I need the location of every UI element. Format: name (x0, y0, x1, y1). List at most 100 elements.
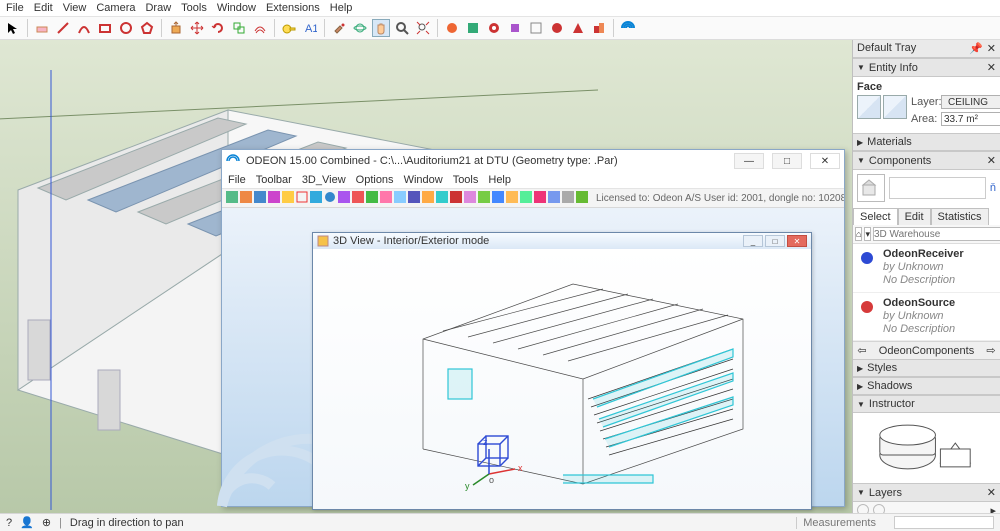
pushpull-tool-icon[interactable] (167, 19, 185, 37)
tray-close-icon[interactable]: ✕ (987, 42, 996, 55)
odeon-menu-tools[interactable]: Tools (453, 174, 479, 186)
materials-header[interactable]: ▶Materials (853, 133, 1000, 151)
odeon-minimize-button[interactable]: — (734, 153, 764, 169)
tray-pin-icon[interactable]: 📌 (969, 42, 983, 55)
selected-component-thumb[interactable] (857, 174, 885, 202)
odeon-tool-icon[interactable] (282, 191, 294, 205)
odeon-tool-icon[interactable] (296, 191, 308, 205)
odeon-tool-icon[interactable] (380, 191, 392, 205)
odeon-tool-icon[interactable] (506, 191, 518, 205)
odeon-tool-icon[interactable] (240, 191, 252, 205)
zoom-tool-icon[interactable] (393, 19, 411, 37)
offset-tool-icon[interactable] (251, 19, 269, 37)
odeon-tool-icon[interactable] (492, 191, 504, 205)
tape-tool-icon[interactable] (280, 19, 298, 37)
zoom-extents-icon[interactable] (414, 19, 432, 37)
status-user-icon[interactable]: 👤 (20, 516, 34, 529)
menu-window[interactable]: Window (217, 2, 256, 14)
odeon-plugin-icon[interactable] (619, 19, 637, 37)
pan-tool-icon[interactable] (372, 19, 390, 37)
status-help-icon[interactable]: ? (6, 517, 12, 529)
eraser-tool-icon[interactable] (33, 19, 51, 37)
odeon-menubar[interactable]: File Toolbar 3D_View Options Window Tool… (222, 172, 844, 189)
odeon-tool-icon[interactable] (408, 191, 420, 205)
rotate-tool-icon[interactable] (209, 19, 227, 37)
line-tool-icon[interactable] (54, 19, 72, 37)
shadows-header[interactable]: ▶Shadows (853, 377, 1000, 395)
polygon-tool-icon[interactable] (138, 19, 156, 37)
odeon-tool-icon[interactable] (436, 191, 448, 205)
menu-view[interactable]: View (63, 2, 87, 14)
odeon-tool-icon[interactable] (352, 191, 364, 205)
component-list-item[interactable]: OdeonReceiver by Unknown No Description (853, 244, 1000, 293)
plugin-icon[interactable] (548, 19, 566, 37)
odeon-tool-icon[interactable] (422, 191, 434, 205)
plugin-icon[interactable] (485, 19, 503, 37)
odeon-tool-icon[interactable] (366, 191, 378, 205)
tab-select[interactable]: Select (853, 208, 898, 225)
odeon-tool-icon[interactable] (576, 191, 588, 205)
entity-info-header[interactable]: ▼Entity Info✕ (853, 58, 1000, 77)
odeon-menu-toolbar[interactable]: Toolbar (256, 174, 292, 186)
menu-extensions[interactable]: Extensions (266, 2, 320, 14)
odeon-tool-icon[interactable] (562, 191, 574, 205)
instructor-header[interactable]: ▼Instructor (853, 395, 1000, 413)
odeon-menu-options[interactable]: Options (356, 174, 394, 186)
menu-camera[interactable]: Camera (96, 2, 135, 14)
components-next-icon[interactable]: ⇨ (986, 344, 996, 357)
menu-edit[interactable]: Edit (34, 2, 53, 14)
menu-help[interactable]: Help (330, 2, 353, 14)
plugin-icon[interactable] (464, 19, 482, 37)
inner-close-button[interactable]: ✕ (787, 235, 807, 247)
sketchup-viewport[interactable]: ODEON 15.00 Combined - C:\...\Auditorium… (0, 40, 852, 518)
components-header[interactable]: ▼Components✕ (853, 151, 1000, 170)
components-home-button[interactable]: ⌂ (855, 227, 862, 241)
odeon-tool-icon[interactable] (450, 191, 462, 205)
text-tool-icon[interactable]: A1 (301, 19, 319, 37)
odeon-titlebar[interactable]: ODEON 15.00 Combined - C:\...\Auditorium… (222, 150, 844, 172)
odeon-close-button[interactable]: ✕ (810, 153, 840, 169)
odeon-3d-canvas[interactable]: x y z o (313, 249, 811, 509)
odeon-tool-icon[interactable] (464, 191, 476, 205)
odeon-tool-icon[interactable] (478, 191, 490, 205)
face-material-thumbs[interactable] (857, 95, 907, 125)
inner-maximize-button[interactable]: □ (765, 235, 785, 247)
components-prev-icon[interactable]: ⇦ (857, 344, 867, 357)
inner-minimize-button[interactable]: _ (743, 235, 763, 247)
status-geo-icon[interactable]: ⊕ (42, 516, 51, 529)
odeon-tool-icon[interactable] (534, 191, 546, 205)
paint-tool-icon[interactable] (330, 19, 348, 37)
layers-header[interactable]: ▼Layers✕ (853, 483, 1000, 502)
plugin-icon[interactable] (590, 19, 608, 37)
select-tool-icon[interactable] (4, 19, 22, 37)
odeon-tool-icon[interactable] (548, 191, 560, 205)
odeon-tool-icon[interactable] (310, 191, 322, 205)
tab-edit[interactable]: Edit (898, 208, 931, 225)
menu-tools[interactable]: Tools (181, 2, 207, 14)
rectangle-tool-icon[interactable] (96, 19, 114, 37)
menu-draw[interactable]: Draw (145, 2, 171, 14)
layer-select[interactable]: CEILING (941, 95, 1000, 109)
components-footer[interactable]: ⇦ OdeonComponents ⇨ (853, 341, 1000, 359)
odeon-3dview-window[interactable]: 3D View - Interior/Exterior mode _ □ ✕ (312, 232, 812, 510)
component-name-field[interactable] (889, 177, 986, 199)
scale-tool-icon[interactable] (230, 19, 248, 37)
menu-file[interactable]: File (6, 2, 24, 14)
plugin-icon[interactable] (569, 19, 587, 37)
odeon-tool-icon[interactable] (394, 191, 406, 205)
plugin-icon[interactable] (443, 19, 461, 37)
odeon-tool-icon[interactable] (254, 191, 266, 205)
odeon-tool-icon[interactable] (268, 191, 280, 205)
move-tool-icon[interactable] (188, 19, 206, 37)
odeon-menu-help[interactable]: Help (488, 174, 511, 186)
odeon-tool-icon[interactable] (324, 191, 336, 205)
odeon-3dview-titlebar[interactable]: 3D View - Interior/Exterior mode _ □ ✕ (313, 233, 811, 249)
circle-tool-icon[interactable] (117, 19, 135, 37)
tab-statistics[interactable]: Statistics (931, 208, 989, 225)
component-tabs[interactable]: Select Edit Statistics (853, 208, 1000, 225)
component-info-icon[interactable]: ň (990, 182, 996, 194)
tray-titlebar[interactable]: Default Tray 📌 ✕ (853, 40, 1000, 58)
orbit-tool-icon[interactable] (351, 19, 369, 37)
plugin-icon[interactable] (527, 19, 545, 37)
odeon-menu-window[interactable]: Window (404, 174, 443, 186)
